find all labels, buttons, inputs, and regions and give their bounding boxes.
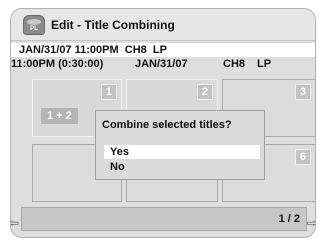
yes-option[interactable]: Yes <box>104 145 260 159</box>
combine-label: 1 + 2 <box>41 108 78 124</box>
combine-confirm-dialog: Combine selected titles? Yes No <box>95 110 265 180</box>
disc-lid-icon <box>27 19 41 25</box>
thumbnail-number: 2 <box>196 84 213 100</box>
pl-icon-label: PL <box>30 26 38 32</box>
arrow-left-icon[interactable]: ⇦ <box>11 217 19 229</box>
recording-mode: LP <box>257 58 272 70</box>
osd-panel: PL Edit - Title Combining JAN/31/07 11:0… <box>10 8 316 238</box>
status-bar: 1 / 2 <box>21 207 307 231</box>
tv-screen: PL Edit - Title Combining JAN/31/07 11:0… <box>0 0 323 242</box>
pl-disc-icon: PL <box>23 15 45 35</box>
recording-time: 11:00PM (0:30:00) <box>11 58 104 70</box>
page-title: Edit - Title Combining <box>51 18 175 32</box>
thumbnail-number: 6 <box>294 149 311 165</box>
selected-title-info: JAN/31/07 11:00PM CH8 LP <box>11 43 315 57</box>
dialog-question: Combine selected titles? <box>102 119 232 131</box>
recording-date: JAN/31/07 <box>135 58 188 70</box>
title-bar: PL Edit - Title Combining <box>11 9 315 41</box>
thumbnail-number: 1 <box>100 84 117 100</box>
recording-channel: CH8 <box>223 58 246 70</box>
no-option[interactable]: No <box>104 160 260 174</box>
page-indicator: 1 / 2 <box>278 213 300 225</box>
arrow-right-icon[interactable]: ⇨ <box>307 217 315 229</box>
title-detail-info: 11:00PM (0:30:00) JAN/31/07 CH8 LP <box>11 57 315 71</box>
thumbnail-number: 3 <box>294 84 311 100</box>
